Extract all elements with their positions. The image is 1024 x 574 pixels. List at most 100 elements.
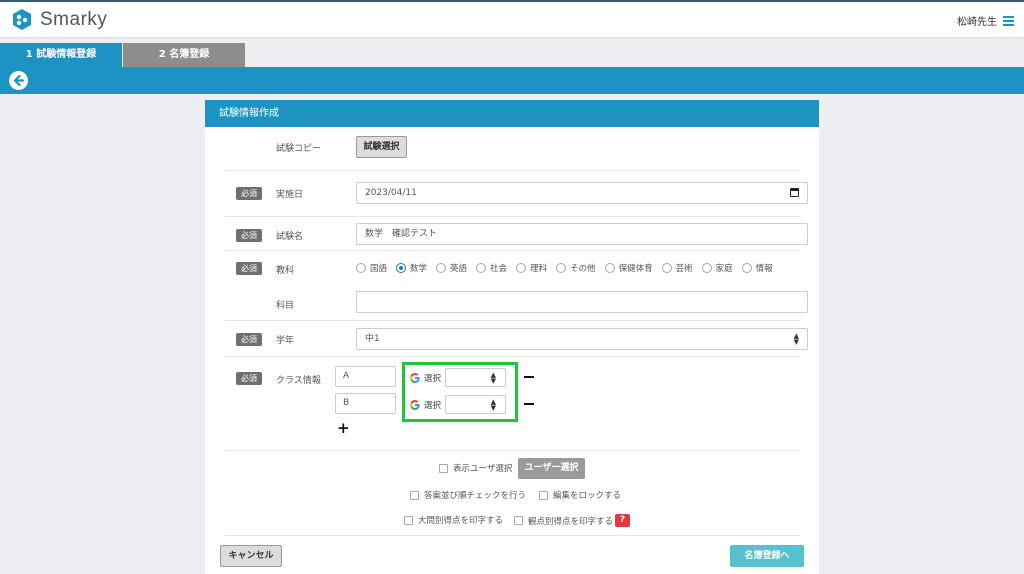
radio-button[interactable] <box>396 263 407 273</box>
required-badge: 必須 <box>236 372 262 385</box>
course-input[interactable] <box>356 291 808 313</box>
answer-order-check[interactable]: 答案並び順チェックを行う <box>410 489 526 501</box>
google-class-select-a[interactable]: 選択 ▲ ▼ <box>409 368 507 387</box>
google-select-label: 選択 <box>424 400 442 411</box>
radio-button[interactable] <box>436 263 447 273</box>
radio-button[interactable] <box>701 263 712 273</box>
hamburger-menu-icon[interactable] <box>1003 15 1014 26</box>
google-class-dropdown-a[interactable]: ▲ ▼ <box>445 368 507 387</box>
radio-button[interactable] <box>476 263 487 273</box>
radio-label: 英語 <box>450 264 468 274</box>
date-input[interactable]: 2023/04/11 <box>356 182 808 204</box>
subject-radio-7[interactable]: 芸術 <box>661 262 693 274</box>
google-class-dropdown-b[interactable]: ▲ ▼ <box>445 395 507 414</box>
radio-button[interactable] <box>741 263 752 273</box>
checkbox[interactable] <box>439 463 448 473</box>
add-class-icon[interactable]: + <box>337 421 350 436</box>
subject-radio-1[interactable]: 数学 <box>396 262 427 274</box>
app-name: Smarky <box>40 9 108 30</box>
radio-button[interactable] <box>661 263 672 273</box>
user-name: 松崎先生 <box>957 17 997 28</box>
radio-button[interactable] <box>516 263 527 273</box>
date-label: 実施日 <box>276 190 304 200</box>
radio-label: 情報 <box>755 264 773 274</box>
copy-row: 試験コピー 試験選択 <box>225 127 800 171</box>
course-row: 科目 <box>225 288 808 321</box>
checkbox[interactable] <box>410 490 419 500</box>
exam-name-label: 試験名 <box>276 232 304 242</box>
step-tabs: 1 試験情報登録 2 名簿登録 <box>0 43 245 67</box>
grade-select[interactable]: 中1 ▲ ▼ <box>356 328 808 350</box>
logo[interactable]: Smarky <box>10 8 107 32</box>
exam-form-card: 試験情報作成 試験コピー 試験選択 必須 実施日 2023/04/11 必須 試… <box>205 100 819 574</box>
radio-label: 国語 <box>370 264 388 274</box>
google-icon <box>410 399 420 410</box>
select-exam-button[interactable]: 試験選択 <box>356 136 407 158</box>
radio-button[interactable] <box>604 263 615 273</box>
course-label: 科目 <box>276 301 295 311</box>
checkbox[interactable] <box>539 490 548 500</box>
google-class-select-b[interactable]: 選択 ▲ ▼ <box>409 395 507 414</box>
user-menu[interactable]: 松崎先生 <box>957 13 1014 28</box>
print-by-question-check[interactable]: 大問別得点を印字する <box>404 514 503 526</box>
grade-label: 学年 <box>276 336 295 346</box>
smarky-logo-icon <box>13 9 31 30</box>
exam-name-row: 必須 試験名 数学 確認テスト <box>225 217 808 251</box>
google-icon <box>410 372 420 383</box>
show-user-check[interactable]: 表示ユーザ選択 <box>439 462 512 474</box>
radio-label: 保健体育 <box>618 264 653 274</box>
subject-radio-2[interactable]: 英語 <box>436 262 467 274</box>
form-title: 試験情報作成 <box>205 100 819 127</box>
select-user-button[interactable]: ユーザー選択 <box>518 458 585 479</box>
tab-step-roster[interactable]: 2 名簿登録 <box>123 43 245 67</box>
cancel-button[interactable]: キャンセル <box>220 545 282 567</box>
required-badge: 必須 <box>236 187 262 200</box>
radio-button[interactable] <box>556 263 567 273</box>
next-roster-button[interactable]: 名簿登録へ <box>730 545 804 567</box>
date-row: 必須 実施日 2023/04/11 <box>225 171 808 217</box>
copy-label: 試験コピー <box>276 144 322 154</box>
subject-radio-6[interactable]: 保健体育 <box>604 262 653 274</box>
radio-label: 社会 <box>490 264 508 274</box>
required-badge: 必須 <box>236 229 262 242</box>
divider <box>225 535 800 536</box>
checkbox[interactable] <box>404 515 413 525</box>
radio-label: 家庭 <box>715 264 733 274</box>
radio-button[interactable] <box>356 263 366 273</box>
subject-radio-group: 国語 数学 英語 社会 理科 その他 保健体育 芸術 家庭 情報 <box>356 262 782 274</box>
subject-radio-0[interactable]: 国語 <box>356 262 387 274</box>
remove-class-a-icon[interactable] <box>524 376 534 378</box>
calendar-icon[interactable] <box>790 188 799 197</box>
required-badge: 必須 <box>236 262 262 275</box>
select-arrows-icon: ▲ ▼ <box>793 332 799 346</box>
class-name-input-b[interactable]: B <box>335 393 396 414</box>
grade-row: 必須 学年 中1 ▲ ▼ <box>225 321 808 357</box>
required-badge: 必須 <box>236 333 262 346</box>
back-arrow-icon[interactable] <box>9 71 28 90</box>
lock-edit-check[interactable]: 編集をロックする <box>539 489 621 501</box>
remove-class-b-icon[interactable] <box>524 403 534 405</box>
help-icon[interactable]: ? <box>615 514 631 527</box>
radio-label: 芸術 <box>675 264 693 274</box>
print-by-viewpoint-check[interactable]: 観点別得点を印字する ? <box>514 514 631 527</box>
radio-label: 理科 <box>530 264 548 274</box>
subject-radio-9[interactable]: 情報 <box>741 262 773 274</box>
radio-label: その他 <box>570 264 596 274</box>
subject-label: 教科 <box>276 266 295 276</box>
class-name-input-a[interactable]: A <box>335 366 396 387</box>
select-arrows-icon: ▲ ▼ <box>490 371 497 385</box>
subject-radio-4[interactable]: 理科 <box>516 262 547 274</box>
tab-step-exam-info[interactable]: 1 試験情報登録 <box>0 43 122 67</box>
top-bar: Smarky 松崎先生 <box>0 0 1024 38</box>
exam-name-input[interactable]: 数学 確認テスト <box>356 223 808 245</box>
subject-radio-3[interactable]: 社会 <box>476 262 507 274</box>
select-arrows-icon: ▲ ▼ <box>490 398 497 412</box>
google-select-label: 選択 <box>424 373 442 384</box>
subject-radio-8[interactable]: 家庭 <box>701 262 733 274</box>
class-info-label: クラス情報 <box>276 376 321 386</box>
subject-row: 必須 教科 国語 数学 英語 社会 理科 その他 保健体育 芸術 家庭 情報 <box>225 251 800 288</box>
checkbox[interactable] <box>514 516 523 525</box>
radio-label: 数学 <box>410 264 428 274</box>
sub-header-bar <box>0 67 1024 94</box>
subject-radio-5[interactable]: その他 <box>556 262 596 274</box>
